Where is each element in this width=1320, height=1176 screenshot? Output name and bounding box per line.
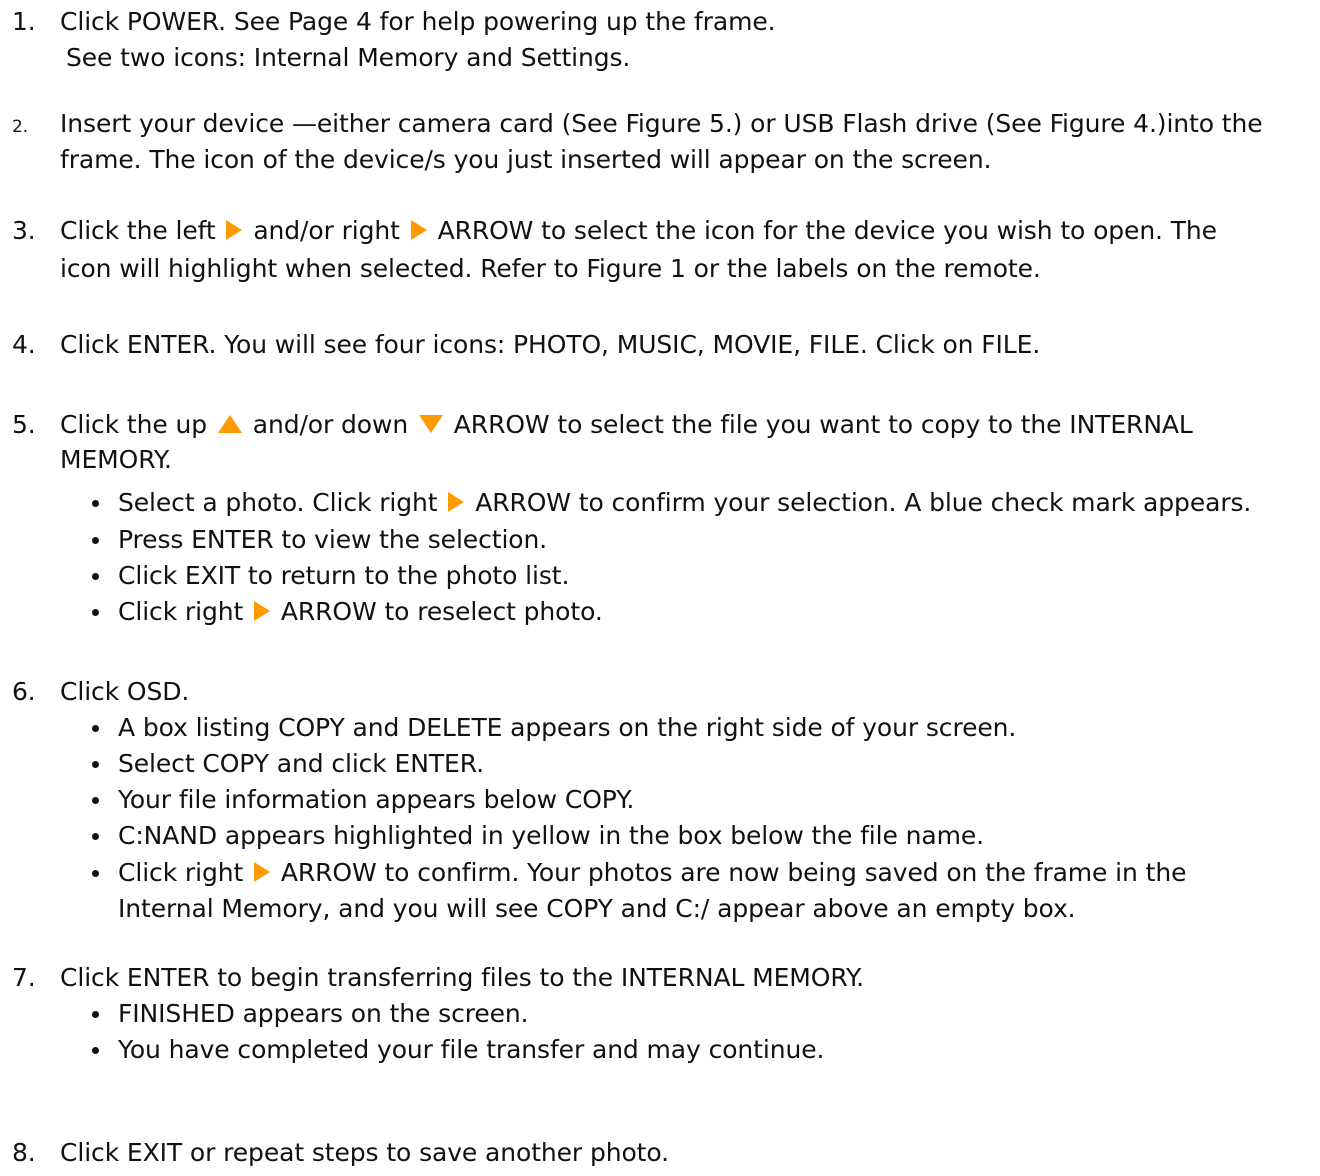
step-number: 8. (12, 1138, 36, 1167)
bullet-text: Select a photo. Click right (118, 488, 438, 517)
step-6-bullet-5-continuation: Internal Memory, and you will see COPY a… (118, 894, 1076, 923)
step-5-bullet-2: Press ENTER to view the selection. (118, 525, 548, 554)
bullet (92, 833, 99, 840)
bullet-text: ARROW to reselect photo. (280, 597, 603, 626)
step-5-bullet-3: Click EXIT to return to the photo list. (118, 561, 570, 590)
step-number: 5. (12, 410, 36, 439)
step-text: Click the left (60, 216, 216, 245)
step-text: Click EXIT or repeat steps to save anoth… (60, 1138, 669, 1167)
step-1-continuation: See two icons: Internal Memory and Setti… (66, 43, 631, 72)
bullet (92, 870, 99, 877)
step-6-bullet-2: Select COPY and click ENTER. (118, 749, 484, 778)
up-arrow-icon (217, 415, 242, 433)
right-arrow-icon (254, 862, 271, 882)
step-6-bullet-5: Click right ARROW to confirm. Your photo… (118, 857, 1186, 889)
step-1: 1. Click POWER. See Page 4 for help power… (12, 6, 776, 38)
bullet (92, 500, 99, 507)
step-3-continuation: icon will highlight when selected. Refer… (60, 254, 1041, 283)
step-5-bullet-1: Select a photo. Click right ARROW to con… (118, 487, 1251, 519)
step-4: 4. Click ENTER. You will see four icons: … (12, 329, 1040, 361)
step-number: 7. (12, 963, 36, 992)
step-text: Click the up (60, 410, 208, 439)
bullet (92, 537, 99, 544)
bullet-text: ARROW to confirm. Your photos are now be… (280, 858, 1187, 887)
bullet (92, 573, 99, 580)
step-7: 7. Click ENTER to begin transferring file… (12, 962, 864, 994)
right-arrow-icon (226, 220, 243, 240)
bullet (92, 1011, 99, 1018)
step-text: Click ENTER. You will see four icons: PH… (60, 330, 1041, 359)
step-number: 6. (12, 677, 36, 706)
step-5-continuation: MEMORY. (60, 445, 172, 474)
bullet (92, 609, 99, 616)
bullet (92, 761, 99, 768)
bullet-text: ARROW to confirm your selection. A blue … (475, 488, 1252, 517)
step-text: and/or down (252, 410, 409, 439)
step-text: ARROW to select the file you want to cop… (453, 410, 1193, 439)
step-text: ARROW to select the icon for the device … (437, 216, 1217, 245)
step-6-bullet-4: C:NAND appears highlighted in yellow in … (118, 821, 984, 850)
bullet (92, 725, 99, 732)
step-text: Click OSD. (60, 677, 190, 706)
step-5: 5. Click the up and/or down ARROW to sele… (12, 409, 1193, 441)
step-text: Insert your device —either camera card (… (60, 109, 1263, 138)
step-number: 4. (12, 330, 36, 359)
step-5-bullet-4: Click right ARROW to reselect photo. (118, 596, 603, 628)
right-arrow-icon (448, 492, 465, 512)
step-6-bullet-1: A box listing COPY and DELETE appears on… (118, 713, 1017, 742)
bullet-text: Click right (118, 597, 244, 626)
step-text: and/or right (253, 216, 400, 245)
down-arrow-icon (418, 415, 443, 433)
right-arrow-icon (254, 601, 271, 621)
step-6-bullet-3: Your file information appears below COPY… (118, 785, 635, 814)
step-text: Click POWER. See Page 4 for help powerin… (60, 7, 776, 36)
step-6: 6. Click OSD. (12, 676, 189, 708)
step-2: 2. Insert your device —either camera card… (12, 108, 1263, 143)
instructions-document: 1. Click POWER. See Page 4 for help power… (0, 0, 1320, 1176)
right-arrow-icon (410, 220, 427, 240)
step-number: 2. (12, 117, 29, 137)
step-7-bullet-2: You have completed your file transfer an… (118, 1035, 825, 1064)
step-number: 1. (12, 7, 36, 36)
step-number: 3. (12, 216, 36, 245)
step-3: 3. Click the left and/or right ARROW to s… (12, 215, 1217, 247)
bullet-text: Click right (118, 858, 244, 887)
bullet (92, 797, 99, 804)
bullet (92, 1047, 99, 1054)
step-7-bullet-1: FINISHED appears on the screen. (118, 999, 529, 1028)
step-2-continuation: frame. The icon of the device/s you just… (60, 145, 992, 174)
step-8: 8. Click EXIT or repeat steps to save ano… (12, 1137, 669, 1169)
step-text: Click ENTER to begin transferring files … (60, 963, 864, 992)
